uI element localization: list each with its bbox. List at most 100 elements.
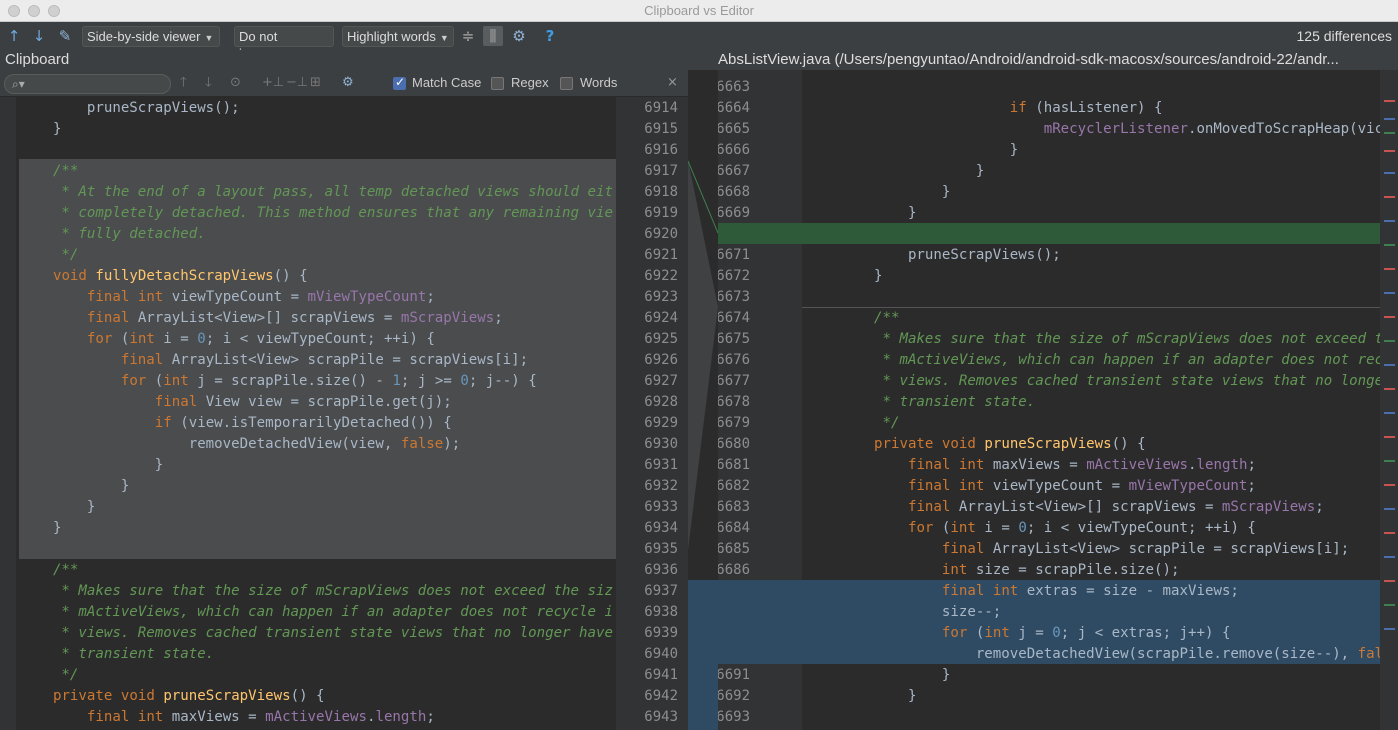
line-number: 6673 bbox=[718, 289, 750, 305]
ignore-mode-select[interactable]: Do not ignore▼ bbox=[234, 26, 334, 61]
sync-scroll-icon[interactable]: ⫼ bbox=[483, 26, 503, 46]
differences-count: 125 differences bbox=[1296, 28, 1392, 44]
code-line: final View view = scrapPile.get(j); bbox=[154, 394, 452, 410]
panel-header-row: Clipboard AbsListView.java (/Users/pengy… bbox=[0, 50, 1398, 70]
code-line: removeDetachedView(view, false); bbox=[19, 436, 461, 452]
diff-marker[interactable] bbox=[1384, 412, 1395, 414]
line-number: 6667 bbox=[718, 163, 750, 179]
line-number: 6941 bbox=[644, 667, 678, 683]
arrow-up-icon[interactable]: 🡑 bbox=[180, 75, 187, 91]
diff-marker[interactable] bbox=[1384, 292, 1395, 294]
diff-marker[interactable] bbox=[1384, 604, 1395, 606]
code-line: final int viewTypeCount = mViewTypeCount… bbox=[86, 289, 435, 305]
diff-marker[interactable] bbox=[1384, 628, 1395, 630]
line-number: 6928 bbox=[644, 394, 678, 410]
find-all-icon[interactable]: ⊙ bbox=[230, 75, 241, 91]
code-line: } bbox=[19, 520, 62, 536]
diff-marker[interactable] bbox=[1384, 244, 1395, 246]
code-line: } bbox=[874, 205, 917, 221]
chevron-down-icon: ▼ bbox=[204, 33, 214, 43]
line-number: 6939 bbox=[644, 625, 678, 641]
diff-marker[interactable] bbox=[1384, 172, 1395, 174]
line-number: 6934 bbox=[644, 520, 678, 536]
line-number: 6933 bbox=[644, 499, 678, 515]
diff-marker[interactable] bbox=[1384, 196, 1395, 198]
diff-marker[interactable] bbox=[1384, 316, 1395, 318]
code-line: } bbox=[874, 184, 951, 200]
diff-marker[interactable] bbox=[1384, 364, 1395, 366]
line-number: 6692 bbox=[718, 688, 750, 704]
search-bar: ⌕▾ 🡑 🡓 ⊙ +⊥ −⊥ ⊞ ⚙ Match Case Regex Word… bbox=[0, 70, 688, 97]
right-editor[interactable]: 6663666466656666666766686669667066716672… bbox=[718, 70, 1380, 730]
line-number: 6674 bbox=[718, 310, 750, 326]
line-number: 6677 bbox=[718, 373, 750, 389]
line-number: 6668 bbox=[718, 184, 750, 200]
diff-toolbar: ↑ ↓ ✎ Side-by-side viewer▼ Do not ignore… bbox=[0, 22, 1398, 61]
next-difference-icon[interactable]: ↓ bbox=[29, 26, 49, 46]
highlight-mode-select[interactable]: Highlight words ▼ bbox=[342, 26, 454, 47]
line-number: 6678 bbox=[718, 394, 750, 410]
left-editor[interactable]: pruneScrapViews(); } /** * At the end of… bbox=[0, 97, 616, 730]
code-line: final int extras = size - maxViews; bbox=[941, 583, 1239, 599]
code-line: } bbox=[19, 457, 164, 473]
prev-difference-icon[interactable]: ↑ bbox=[4, 26, 24, 46]
line-number: 6936 bbox=[644, 562, 678, 578]
match-case-checkbox[interactable] bbox=[393, 75, 406, 90]
diff-scrollbar-markers[interactable] bbox=[1380, 70, 1398, 730]
diff-marker[interactable] bbox=[1384, 340, 1395, 342]
line-number: 6935 bbox=[644, 541, 678, 557]
line-number: 6686 bbox=[718, 562, 750, 578]
diff-divider bbox=[688, 70, 718, 730]
line-number: 6666 bbox=[718, 142, 750, 158]
diff-marker[interactable] bbox=[1384, 132, 1395, 134]
line-number: 6937 bbox=[644, 583, 678, 599]
search-input[interactable]: ⌕▾ bbox=[4, 74, 171, 94]
diff-marker[interactable] bbox=[1384, 118, 1395, 120]
match-case-label: Match Case bbox=[412, 75, 482, 90]
line-number: 6672 bbox=[718, 268, 750, 284]
diff-marker[interactable] bbox=[1384, 150, 1395, 152]
diff-marker[interactable] bbox=[1384, 508, 1395, 510]
line-number: 6679 bbox=[718, 415, 750, 431]
edit-source-icon[interactable]: ✎ bbox=[55, 26, 75, 46]
line-number: 6942 bbox=[644, 688, 678, 704]
line-number: 6917 bbox=[644, 163, 678, 179]
code-line: * Makes sure that the size of mScrapView… bbox=[874, 331, 1380, 347]
diff-marker[interactable] bbox=[1384, 268, 1395, 270]
line-number: 6683 bbox=[718, 499, 750, 515]
line-number: 6932 bbox=[644, 478, 678, 494]
search-settings-icon[interactable]: ⚙ bbox=[342, 75, 354, 91]
diff-marker[interactable] bbox=[1384, 100, 1395, 102]
code-line: final ArrayList<View>[] scrapViews = mSc… bbox=[907, 499, 1324, 515]
code-line: * views. Removes cached transient state … bbox=[874, 373, 1380, 389]
regex-checkbox[interactable] bbox=[491, 77, 504, 90]
left-line-number-gutter: 6914 6915 6916 6917 6918 6919 6920 6921 6922 6923… bbox=[616, 97, 688, 730]
code-line: final ArrayList<View> scrapPile = scrapV… bbox=[941, 541, 1350, 557]
add-occurrence-icon[interactable]: +⊥ bbox=[262, 75, 284, 91]
diff-marker[interactable] bbox=[1384, 580, 1395, 582]
diff-marker[interactable] bbox=[1384, 460, 1395, 462]
inserted-line-highlight bbox=[718, 223, 1380, 244]
line-number: 6922 bbox=[644, 268, 678, 284]
remove-occurrence-icon[interactable]: −⊥ bbox=[286, 75, 308, 91]
diff-marker[interactable] bbox=[1384, 388, 1395, 390]
code-line: int size = scrapPile.size(); bbox=[941, 562, 1180, 578]
diff-marker[interactable] bbox=[1384, 436, 1395, 438]
arrow-down-icon[interactable]: 🡓 bbox=[205, 75, 212, 91]
close-icon[interactable]: × bbox=[667, 75, 678, 91]
gear-icon[interactable]: ⚙ bbox=[509, 26, 529, 46]
line-number: 6685 bbox=[718, 541, 750, 557]
select-all-occurrences-icon[interactable]: ⊞ bbox=[310, 75, 321, 91]
code-line: pruneScrapViews(); bbox=[874, 247, 1061, 263]
diff-marker[interactable] bbox=[1384, 532, 1395, 534]
diff-marker[interactable] bbox=[1384, 556, 1395, 558]
words-checkbox[interactable] bbox=[560, 77, 573, 90]
diff-marker[interactable] bbox=[1384, 484, 1395, 486]
viewer-mode-select[interactable]: Side-by-side viewer ▼ bbox=[82, 26, 220, 47]
code-line: * Makes sure that the size of mScrapView… bbox=[19, 583, 613, 599]
help-icon[interactable]: ? bbox=[540, 26, 560, 46]
line-number: 6915 bbox=[644, 121, 678, 137]
line-number: 6921 bbox=[644, 247, 678, 263]
collapse-unchanged-icon[interactable]: ≑ bbox=[458, 26, 478, 46]
diff-marker[interactable] bbox=[1384, 220, 1395, 222]
